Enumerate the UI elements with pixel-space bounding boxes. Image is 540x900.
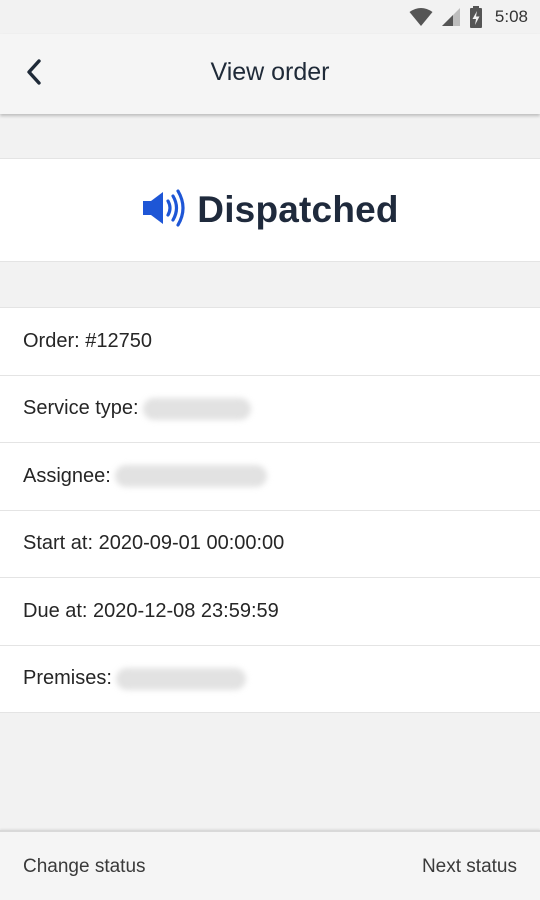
battery-charging-icon	[469, 6, 483, 28]
start-at: Start at: 2020-09-01 00:00:00	[23, 532, 285, 555]
order-status-label: Dispatched	[197, 189, 399, 230]
premises-row: Premises:	[0, 646, 540, 713]
due-at-row: Due at: 2020-12-08 23:59:59	[0, 578, 540, 646]
status-bar: 5:08	[0, 0, 540, 34]
premises-label: Premises:	[23, 667, 112, 690]
order-number: Order: #12750	[23, 329, 152, 352]
next-status-button[interactable]: Next status	[422, 856, 517, 878]
bottom-action-bar: Change status Next status	[0, 830, 540, 900]
order-number-row: Order: #12750	[0, 308, 540, 376]
app-bar: View order	[0, 34, 540, 114]
redacted-assignee	[114, 465, 267, 488]
redacted-service-type	[142, 397, 251, 420]
order-details-list: Order: #12750 Service type: Assignee: St…	[0, 307, 540, 713]
cell-signal-icon	[441, 7, 461, 27]
assignee-label: Assignee:	[23, 464, 111, 487]
assignee-row: Assignee:	[0, 443, 540, 511]
megaphone-icon	[141, 188, 187, 233]
status-clock: 5:08	[494, 7, 528, 26]
service-type-label: Service type:	[23, 397, 139, 420]
start-at-row: Start at: 2020-09-01 00:00:00	[0, 511, 540, 578]
order-status-card: Dispatched	[0, 158, 540, 262]
change-status-button[interactable]: Change status	[23, 856, 146, 878]
wifi-icon	[409, 7, 433, 27]
due-at: Due at: 2020-12-08 23:59:59	[23, 599, 279, 622]
redacted-premises	[115, 667, 246, 690]
page-title: View order	[210, 58, 330, 86]
status-icons: 5:08	[409, 6, 528, 28]
service-type-row: Service type:	[0, 376, 540, 443]
